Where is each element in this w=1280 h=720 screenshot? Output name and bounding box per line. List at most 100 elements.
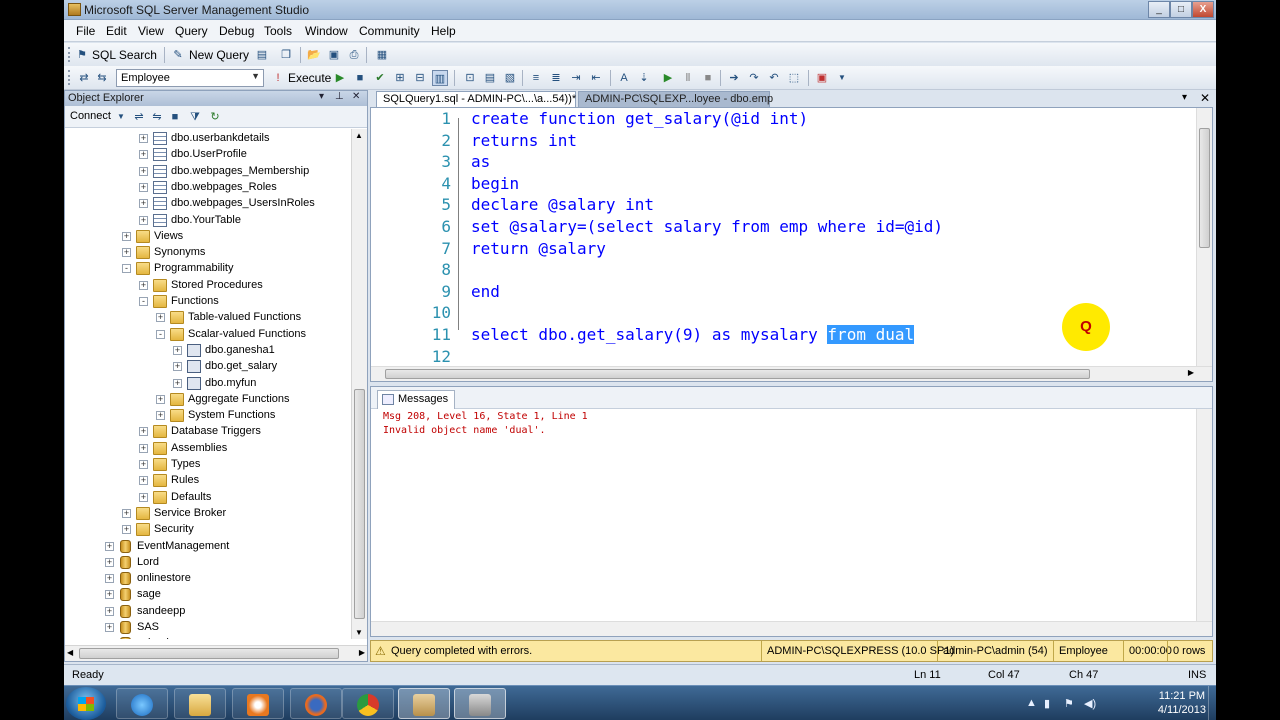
new-query-icon[interactable]: ✎ [170, 47, 186, 63]
sort-icon[interactable]: ⇣ [636, 70, 652, 86]
activity-monitor-icon[interactable]: ▦ [374, 47, 390, 63]
results-vertical-scrollbar[interactable] [1196, 409, 1212, 621]
menu-query[interactable]: Query [175, 24, 208, 38]
editor-vertical-scrollbar[interactable] [1196, 108, 1212, 366]
tab-list-dropdown-icon[interactable]: ▾ [1182, 92, 1187, 103]
chevron-down-icon[interactable]: ▼ [113, 109, 129, 125]
taskbar-firefox[interactable] [290, 688, 342, 719]
show-desktop-button[interactable] [1208, 686, 1216, 720]
expand-icon[interactable]: + [139, 166, 148, 176]
maximize-button[interactable]: □ [1170, 1, 1192, 18]
pin-icon[interactable]: ⊥ [335, 91, 344, 102]
code-line[interactable]: begin [471, 174, 519, 193]
display-plan-icon[interactable]: ⊞ [392, 70, 408, 86]
scrollbar-thumb[interactable] [385, 369, 1090, 379]
object-explorer-horizontal-scrollbar[interactable]: ◀ ▶ [65, 645, 367, 661]
expand-icon[interactable]: + [139, 182, 148, 192]
include-plan-icon[interactable]: ⊡ [462, 70, 478, 86]
stop-icon[interactable]: ■ [700, 70, 716, 86]
collapse-icon[interactable]: - [156, 329, 165, 339]
results-horizontal-scrollbar[interactable] [371, 621, 1212, 636]
clock[interactable]: 11:21 PM 4/11/2013 [1158, 689, 1206, 717]
scrollbar-thumb[interactable] [354, 389, 365, 619]
code-line[interactable]: returns int [471, 131, 577, 150]
scrollbar-thumb[interactable] [1199, 128, 1210, 248]
expand-icon[interactable]: + [173, 345, 182, 355]
stop-icon[interactable]: ■ [167, 109, 183, 125]
copy-icon[interactable]: ❐ [278, 47, 294, 63]
expand-icon[interactable]: + [139, 280, 148, 290]
expand-icon[interactable]: + [156, 394, 165, 404]
code-line[interactable]: end [471, 282, 500, 301]
new-query-button[interactable]: New Query [189, 48, 249, 62]
toolbar-options-icon[interactable]: ▣ [814, 70, 830, 86]
menu-tools[interactable]: Tools [264, 24, 292, 38]
expand-icon[interactable]: + [139, 427, 148, 437]
tab-sqlquery1[interactable]: SQLQuery1.sql - ADMIN-PC\...\a...54))* [376, 91, 576, 107]
expand-icon[interactable]: + [139, 492, 148, 502]
parse-icon[interactable]: ✔ [372, 70, 388, 86]
expand-icon[interactable]: + [156, 313, 165, 323]
outdent-icon[interactable]: ⇤ [588, 70, 604, 86]
expand-icon[interactable]: + [105, 541, 114, 551]
taskbar-chrome[interactable] [342, 688, 394, 719]
step-out-icon[interactable]: ↶ [766, 70, 782, 86]
expand-icon[interactable]: + [139, 460, 148, 469]
pin-dropdown-icon[interactable]: ▾ [319, 91, 324, 102]
expand-icon[interactable]: + [173, 378, 182, 388]
expand-icon[interactable]: + [139, 134, 148, 143]
expand-icon[interactable]: + [139, 199, 148, 209]
results-to-text-icon[interactable]: ▤ [482, 70, 498, 86]
disconnect-icon[interactable]: ⇋ [149, 109, 165, 125]
taskbar-ssms[interactable] [398, 688, 450, 719]
results-to-grid-icon[interactable]: ▥ [432, 70, 448, 86]
code-line[interactable]: return @salary [471, 239, 606, 258]
disconnect-icon[interactable]: ⇆ [94, 70, 110, 86]
show-hidden-icons-icon[interactable]: ▲ [1026, 697, 1037, 709]
menu-view[interactable]: View [138, 24, 164, 38]
taskbar-app[interactable] [454, 688, 506, 719]
scrollbar-thumb[interactable] [79, 648, 339, 659]
expand-icon[interactable]: + [122, 231, 131, 241]
expand-icon[interactable]: + [122, 508, 131, 518]
code-line[interactable]: as [471, 152, 490, 171]
close-icon[interactable]: ✕ [352, 91, 360, 102]
code-line[interactable]: create function get_salary(@id int) [471, 109, 808, 128]
scroll-right-icon[interactable]: ▶ [1188, 368, 1194, 377]
execute-button[interactable]: Execute [288, 71, 331, 85]
breakpoint-icon[interactable]: ⬚ [786, 70, 802, 86]
print-icon[interactable]: ⎙ [346, 47, 362, 63]
debug-continue-icon[interactable]: ▶ [660, 70, 676, 86]
expand-icon[interactable]: + [139, 150, 148, 160]
expand-icon[interactable]: + [156, 411, 165, 421]
database-select[interactable]: Employee ▼ [116, 69, 264, 87]
collapse-icon[interactable]: - [122, 264, 131, 274]
refresh-icon[interactable]: ↻ [207, 109, 223, 125]
indent-icon[interactable]: ⇥ [568, 70, 584, 86]
comment-icon[interactable]: ≡ [528, 70, 544, 86]
sql-search-button[interactable]: SQL Search [92, 48, 157, 62]
expand-icon[interactable]: + [105, 574, 114, 584]
collapse-icon[interactable]: - [139, 297, 148, 306]
menu-window[interactable]: Window [305, 24, 348, 38]
cancel-query-icon[interactable]: ■ [352, 70, 368, 86]
results-to-file-icon[interactable]: ▧ [502, 70, 518, 86]
open-folder-icon[interactable]: 📂 [306, 47, 322, 63]
minimize-button[interactable]: _ [1148, 1, 1170, 18]
new-file-icon[interactable]: ▤ [254, 47, 270, 63]
chevron-down-icon[interactable]: ▼ [834, 70, 850, 86]
close-button[interactable]: X [1192, 1, 1214, 18]
expand-icon[interactable]: + [105, 590, 114, 600]
save-icon[interactable]: ▣ [326, 47, 342, 63]
connect-icon[interactable]: ⇌ [131, 109, 147, 125]
expand-icon[interactable]: + [105, 557, 114, 567]
expand-icon[interactable]: + [105, 623, 114, 632]
step-into-icon[interactable]: ➔ [726, 70, 742, 86]
close-tab-icon[interactable]: ✕ [1200, 91, 1210, 105]
taskbar-internet-explorer[interactable] [116, 688, 168, 719]
expand-icon[interactable]: + [173, 362, 182, 372]
connect-button[interactable]: Connect [70, 110, 111, 122]
step-over-icon[interactable]: ↷ [746, 70, 762, 86]
filter-icon[interactable]: ⧩ [187, 109, 203, 125]
menu-edit[interactable]: Edit [106, 24, 127, 38]
